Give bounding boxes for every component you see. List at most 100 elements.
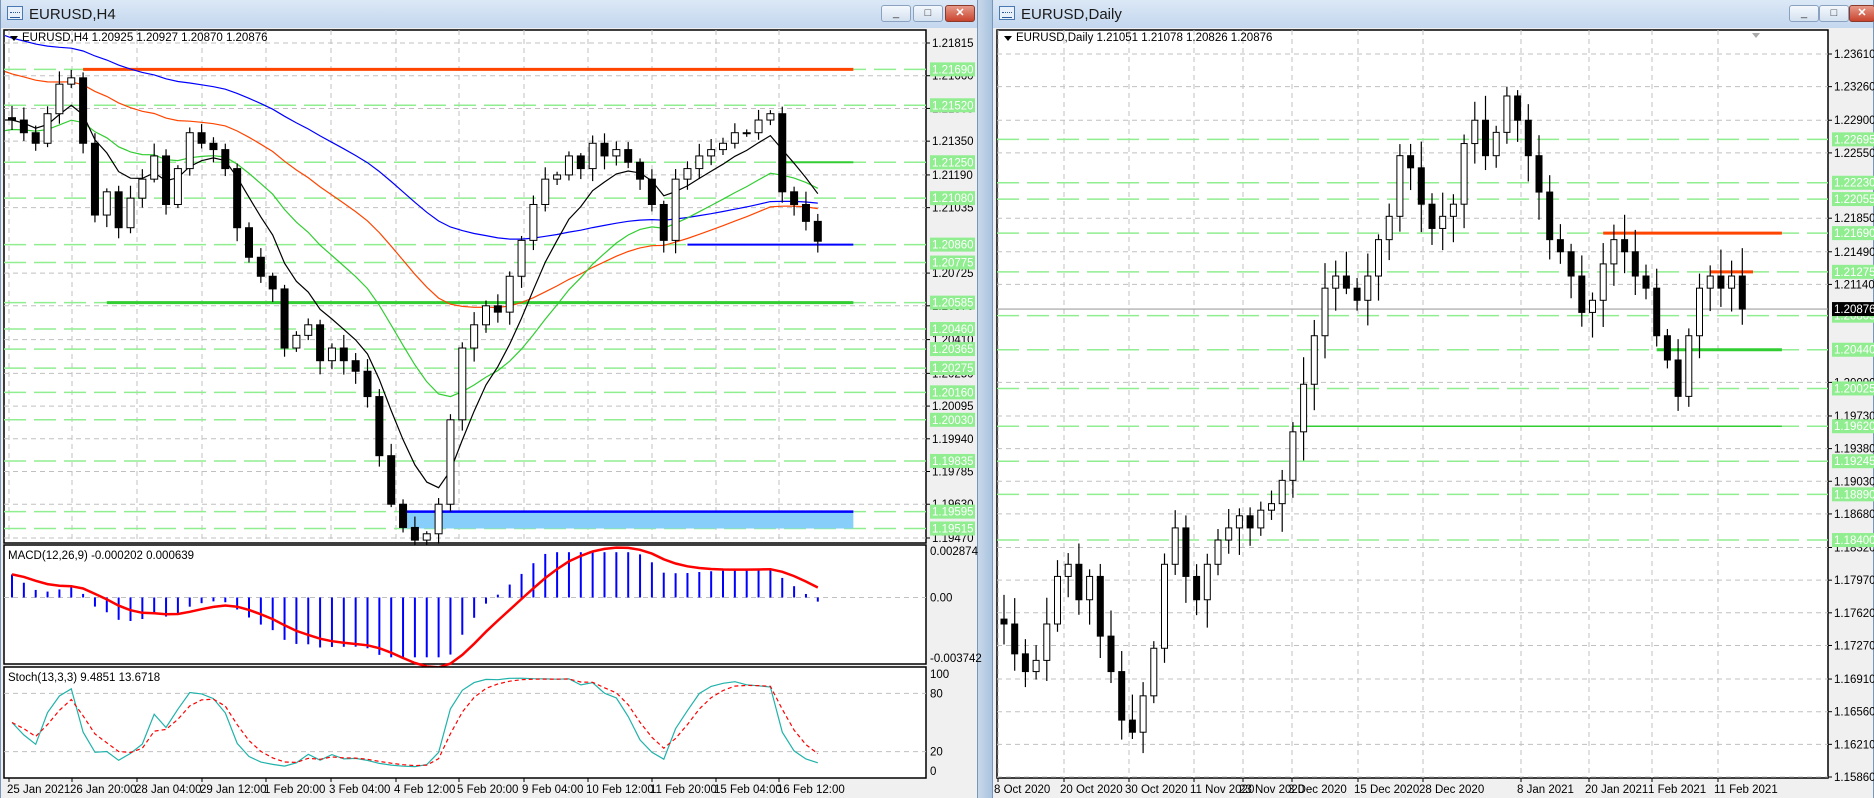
daily-level-label: 1.20025 — [1834, 383, 1874, 395]
h4-candle — [505, 275, 514, 313]
h4-candle — [280, 288, 289, 349]
daily-candle — [1064, 563, 1072, 577]
daily-price-label: 1.16560 — [1834, 707, 1874, 719]
daily-candle — [1289, 431, 1297, 481]
daily-candle — [1642, 275, 1650, 289]
daily-candle — [1353, 287, 1361, 301]
h4-candle — [55, 83, 64, 115]
h4-level-label: 1.21690 — [932, 64, 974, 76]
h4-candle — [434, 503, 443, 535]
h4-candle — [19, 119, 28, 134]
daily-candle — [1054, 575, 1061, 625]
daily-price-label: 1.19030 — [1834, 476, 1874, 488]
daily-candle — [1631, 251, 1639, 277]
daily-time-label: 8 Oct 2020 — [994, 784, 1050, 796]
daily-price-label: 1.23610 — [1834, 49, 1874, 61]
h4-candle — [375, 396, 384, 457]
daily-candle — [1000, 618, 1008, 625]
daily-candle — [1278, 479, 1286, 505]
h4-price-label: 1.21815 — [932, 38, 974, 50]
h4-level-label: 1.20160 — [932, 387, 974, 399]
daily-time-label: 8 Jan 2021 — [1517, 784, 1574, 796]
macd-axis-label: -0.003742 — [930, 653, 982, 665]
daily-candle — [1375, 239, 1382, 277]
h4-ohlc-info: EURUSD,H4 1.20925 1.20927 1.20870 1.2087… — [22, 32, 268, 44]
daily-candle — [1257, 509, 1265, 529]
h4-candle — [564, 155, 573, 176]
macd-indicator-label: MACD(12,26,9) -0.000202 0.000639 — [8, 550, 194, 562]
h4-candle — [730, 132, 739, 144]
daily-candle — [1332, 275, 1340, 289]
h4-time-label: 5 Feb 20:00 — [457, 784, 518, 796]
daily-candle — [1492, 131, 1500, 157]
h4-candle — [517, 239, 526, 277]
daily-time-label: 28 Dec 2020 — [1419, 784, 1484, 796]
macd-axis-label: 0.00 — [930, 592, 952, 604]
daily-candle — [1182, 527, 1190, 577]
h4-candle — [458, 347, 467, 421]
daily-level-label: 1.22230 — [1834, 178, 1874, 190]
daily-candle — [1449, 203, 1457, 217]
h4-candle — [31, 132, 40, 144]
daily-candle — [1086, 575, 1094, 601]
h4-candle — [173, 168, 182, 205]
h4-candle — [553, 174, 562, 180]
h4-time-label: 25 Jan 2021 — [7, 784, 70, 796]
daily-candle — [1471, 119, 1479, 145]
h4-candle — [351, 360, 360, 372]
h4-level-label: 1.21250 — [932, 157, 974, 169]
h4-candle — [624, 149, 633, 163]
daily-candle — [1214, 539, 1222, 565]
daily-candle — [1011, 623, 1019, 655]
h4-time-label: 28 Jan 04:00 — [135, 784, 202, 796]
daily-candle — [1546, 191, 1554, 241]
daily-candle — [1310, 335, 1318, 385]
daily-candle — [1225, 527, 1233, 541]
h4-candle — [482, 305, 490, 326]
daily-price-label: 1.15860 — [1834, 772, 1874, 784]
h4-level-label: 1.20775 — [932, 258, 974, 270]
h4-candle — [245, 227, 253, 258]
h4-candle — [766, 113, 775, 121]
charts-canvas[interactable]: 1.218151.216601.215051.213501.211901.210… — [0, 0, 1874, 798]
daily-price-label: 1.21850 — [1834, 213, 1874, 225]
h4-candle — [327, 347, 336, 362]
h4-candle — [470, 324, 479, 349]
daily-time-label: 3 Dec 2020 — [1288, 784, 1347, 796]
h4-price-label: 1.21350 — [932, 136, 974, 148]
h4-candle — [422, 533, 431, 541]
daily-candle — [1396, 155, 1404, 217]
stoch-axis-label: 0 — [930, 766, 936, 778]
h4-candle — [339, 347, 348, 362]
h4-candle — [268, 275, 277, 290]
h4-candle — [387, 455, 396, 505]
h4-support-zone — [403, 511, 854, 529]
stoch-axis-label: 20 — [930, 747, 943, 759]
h4-level-label: 1.20860 — [932, 240, 974, 252]
daily-price-label: 1.16910 — [1834, 674, 1874, 686]
h4-candle — [43, 113, 52, 144]
daily-time-label: 20 Jan 2021 — [1585, 784, 1648, 796]
h4-time-label: 4 Feb 12:00 — [394, 784, 455, 796]
daily-candle — [1460, 143, 1468, 205]
h4-candle — [754, 119, 763, 134]
daily-candle — [1161, 563, 1168, 649]
daily-candle — [1738, 275, 1746, 310]
h4-price-label: 1.19785 — [932, 467, 974, 479]
daily-price-label: 1.18680 — [1834, 509, 1874, 521]
daily-time-label: 30 Oct 2020 — [1125, 784, 1188, 796]
macd-axis-label: 0.002874 — [930, 546, 979, 558]
daily-candle — [1428, 203, 1436, 229]
daily-candle — [1043, 623, 1051, 661]
h4-candle — [446, 419, 455, 505]
daily-price-label: 1.17620 — [1834, 608, 1874, 620]
stoch-indicator-label: Stoch(13,3,3) 9.4851 13.6718 — [8, 672, 160, 684]
h4-candle — [683, 168, 692, 180]
daily-level-label: 1.21690 — [1834, 228, 1874, 240]
daily-candle — [1075, 563, 1083, 601]
daily-level-label: 1.18400 — [1834, 535, 1874, 547]
daily-candle — [1578, 275, 1586, 313]
h4-candle — [493, 305, 502, 313]
daily-candle — [1246, 515, 1254, 529]
daily-candle — [1556, 239, 1564, 253]
